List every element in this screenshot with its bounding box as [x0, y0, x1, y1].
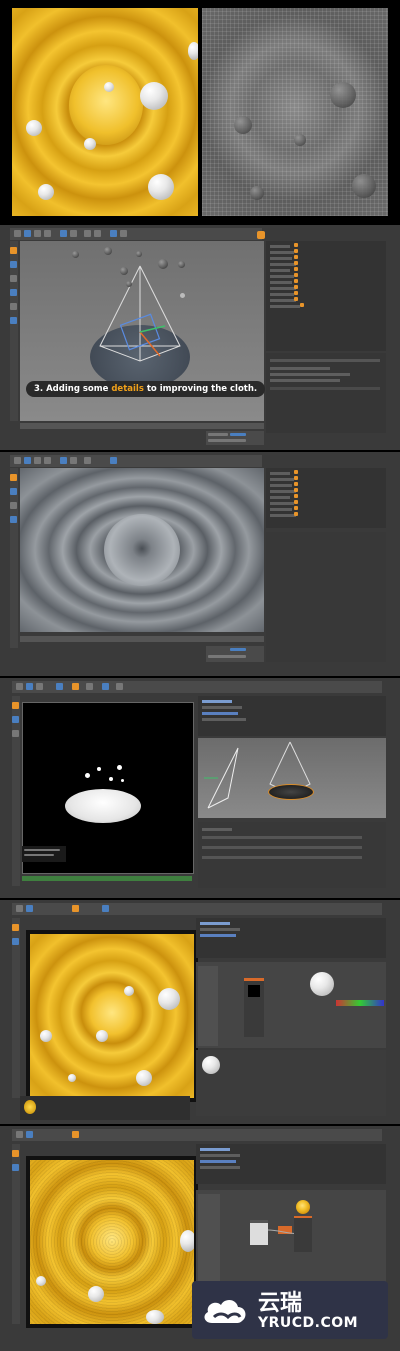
perspective-viewport[interactable] [198, 738, 386, 818]
left-tool-strip[interactable] [10, 468, 18, 648]
object-manager[interactable] [198, 696, 386, 736]
watermark-site-text: YRUCD.COM [258, 1315, 359, 1331]
cloud-logo-icon [204, 1299, 246, 1323]
panel-c4d-scene-setup: 3. Adding some details to improving the … [0, 225, 400, 450]
top-toolbar[interactable] [12, 681, 382, 693]
render-stats [22, 846, 66, 862]
material-icon [257, 231, 265, 239]
panel-c4d-cloth-viewport [0, 452, 400, 676]
attribute-manager[interactable] [266, 353, 386, 433]
left-tool-strip[interactable] [10, 241, 18, 421]
light-icon [99, 265, 181, 362]
material-manager[interactable] [20, 1096, 190, 1120]
object-manager[interactable] [266, 468, 386, 528]
left-tool-strip[interactable] [12, 696, 20, 886]
timeline[interactable] [22, 876, 192, 881]
left-tool-strip[interactable] [12, 918, 20, 1098]
render-view-gold-textured[interactable] [26, 1156, 198, 1328]
object-manager[interactable] [196, 918, 386, 958]
coordinates-manager[interactable] [206, 431, 264, 445]
tutorial-step-caption: 3. Adding some details to improving the … [26, 381, 266, 397]
sphere-icon [140, 82, 168, 110]
coordinates-manager[interactable] [206, 646, 264, 662]
top-toolbar[interactable] [12, 1129, 382, 1141]
node-editor[interactable] [196, 1190, 386, 1290]
timeline[interactable] [20, 636, 264, 642]
watermark-logo-text: 云瑞 [258, 1291, 303, 1316]
top-toolbar[interactable] [10, 228, 262, 240]
node-editor[interactable] [196, 962, 386, 1048]
attribute-manager[interactable] [198, 822, 386, 888]
top-toolbar[interactable] [10, 455, 262, 467]
panel-c4d-render-setup [0, 678, 400, 898]
top-toolbar[interactable] [12, 903, 382, 915]
gold-render-image [12, 8, 198, 216]
panel-c4d-material-editor [0, 900, 400, 1124]
material-preview[interactable] [196, 1050, 386, 1116]
gold-material-swatch [24, 1100, 36, 1114]
object-manager[interactable] [257, 231, 386, 351]
attribute-manager[interactable] [266, 532, 386, 662]
timeline[interactable] [20, 423, 264, 429]
viewport-3d-cloth[interactable] [20, 468, 264, 632]
wireframe-render-image [202, 8, 388, 216]
caption-highlight: details [111, 384, 144, 394]
camera-icon [204, 741, 311, 809]
object-manager[interactable] [196, 1144, 386, 1184]
panel-render-comparison [0, 0, 400, 222]
render-view-gold[interactable] [26, 930, 198, 1102]
left-tool-strip[interactable] [12, 1144, 20, 1324]
watermark-badge: 云瑞 YRUCD.COM [192, 1281, 388, 1339]
